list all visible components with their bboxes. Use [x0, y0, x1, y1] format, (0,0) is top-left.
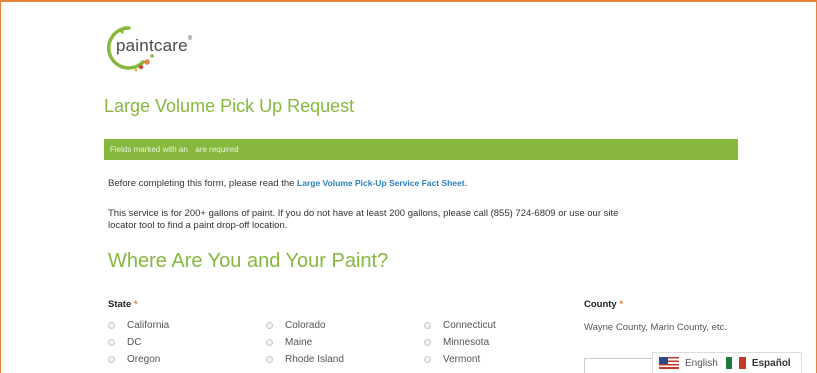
radio-button[interactable] — [266, 356, 273, 363]
required-fields-banner: Fields marked with an * are required — [104, 139, 738, 160]
intro-text: Before completing this form, please read… — [108, 178, 467, 189]
state-option-vermont[interactable]: Vermont — [424, 354, 480, 365]
radio-button[interactable] — [108, 322, 115, 329]
logo-wordmark: paintcare® — [116, 36, 193, 55]
state-option-oregon[interactable]: Oregon — [108, 354, 160, 365]
service-note: This service is for 200+ gallons of pain… — [108, 208, 619, 231]
radio-button[interactable] — [424, 356, 431, 363]
state-label: State * — [108, 299, 138, 310]
radio-button[interactable] — [108, 339, 115, 346]
radio-button[interactable] — [266, 339, 273, 346]
county-input[interactable] — [584, 358, 654, 373]
radio-button[interactable] — [424, 339, 431, 346]
us-flag-icon[interactable] — [659, 357, 679, 369]
state-option-connecticut[interactable]: Connecticut — [424, 320, 496, 331]
section-title: Where Are You and Your Paint? — [108, 250, 389, 272]
spanish-option[interactable]: Español — [752, 358, 791, 369]
county-label: County * — [584, 299, 624, 310]
english-option[interactable]: English — [685, 358, 718, 369]
radio-button[interactable] — [266, 322, 273, 329]
radio-button[interactable] — [108, 356, 115, 363]
radio-button[interactable] — [424, 322, 431, 329]
state-option-dc[interactable]: DC — [108, 337, 141, 348]
county-hint: Wayne County, Marin County, etc. — [584, 322, 727, 333]
fact-sheet-link[interactable]: Large Volume Pick-Up Service Fact Sheet. — [297, 178, 467, 188]
page-title: Large Volume Pick Up Request — [104, 96, 355, 116]
mexico-flag-icon[interactable] — [725, 357, 746, 369]
state-option-rhode-island[interactable]: Rhode Island — [266, 354, 344, 365]
state-option-california[interactable]: California — [108, 320, 169, 331]
state-option-minnesota[interactable]: Minnesota — [424, 337, 489, 348]
state-option-colorado[interactable]: Colorado — [266, 320, 326, 331]
language-switcher: English Español — [652, 352, 802, 373]
state-option-maine[interactable]: Maine — [266, 337, 312, 348]
